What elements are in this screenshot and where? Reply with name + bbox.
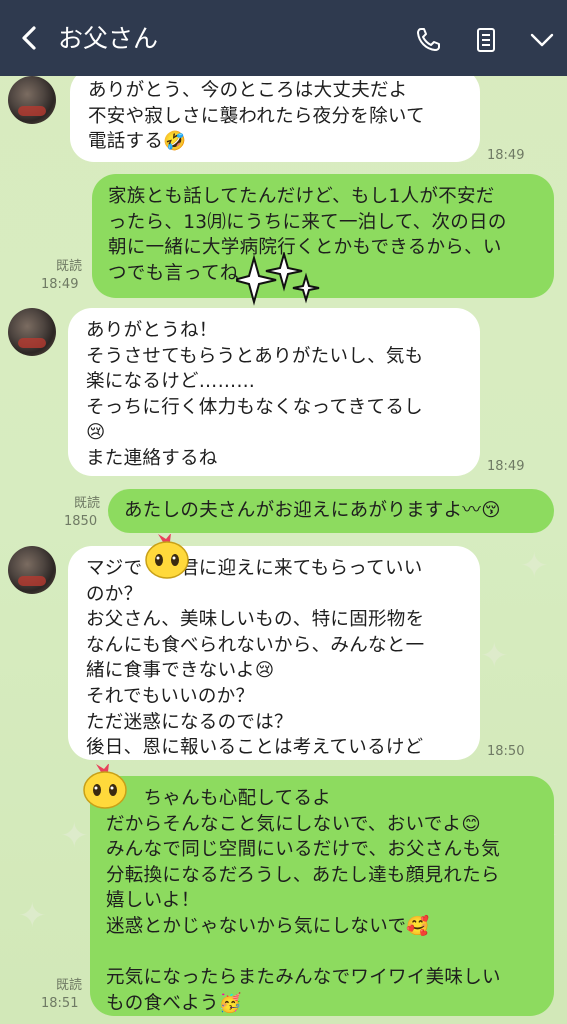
read-receipt: 既読 <box>55 978 82 993</box>
sparkle-decoration: ✦ <box>60 816 89 856</box>
phone-icon[interactable] <box>414 26 442 54</box>
message-bubble-outgoing[interactable]: 家族とも話してたんだけど、もし1人が不安だ ったら、13㈪にうちに来て一泊して、… <box>92 174 554 298</box>
read-receipt: 既読 <box>55 259 82 274</box>
sparkle-decoration: ✦ <box>18 896 47 936</box>
message-time: 18:50 <box>487 744 525 759</box>
message-time: 18:51 <box>41 996 79 1011</box>
message-bubble-outgoing[interactable]: あたしの夫さんがお迎えにあがりますよ〰😚 <box>108 489 554 533</box>
message-time: 18:49 <box>41 277 79 292</box>
memo-icon[interactable] <box>472 26 500 54</box>
message-bubble-incoming[interactable]: ありがとうね！ そうさせてもらうとありがたいし、気も 楽になるけど……… そっち… <box>68 308 480 476</box>
message-bubble-incoming[interactable]: マジで 君に迎えに来てもらっていい のか？ お父さん、美味しいもの、特に固形物を… <box>68 546 480 760</box>
chevron-down-icon[interactable] <box>528 26 556 54</box>
chat-title: お父さん <box>58 24 159 53</box>
sparkle-decoration: ✦ <box>480 636 509 676</box>
yellow-mascot-sticker-icon <box>83 764 127 809</box>
avatar[interactable] <box>8 308 56 356</box>
sparkle-decoration: ✦ <box>520 546 549 586</box>
read-receipt: 既読 <box>73 496 100 511</box>
avatar[interactable] <box>8 76 56 124</box>
message-bubble-incoming[interactable]: ありがとう、今のところは大丈夫だよ 不安や寂しさに襲われたら夜分を除いて 電話す… <box>70 76 480 162</box>
sparkle-sticker-icon <box>236 252 320 306</box>
avatar[interactable] <box>8 546 56 594</box>
message-time: 18:49 <box>487 459 525 474</box>
chat-header: お父さん <box>0 0 567 76</box>
message-bubble-outgoing[interactable]: ちゃんも心配してるよ だからそんなこと気にしないで、おいでよ😊 みんなで同じ空間… <box>90 776 554 1016</box>
back-chevron-icon[interactable] <box>16 24 44 52</box>
message-time: 1850 <box>64 514 98 529</box>
chat-area[interactable]: ✦ ✦ ✦ ✦ ✦ ありがとう、今のところは大丈夫だよ 不安や寂しさに襲われたら… <box>0 76 567 1024</box>
message-time: 18:49 <box>487 148 525 163</box>
yellow-mascot-sticker-icon <box>145 534 189 579</box>
